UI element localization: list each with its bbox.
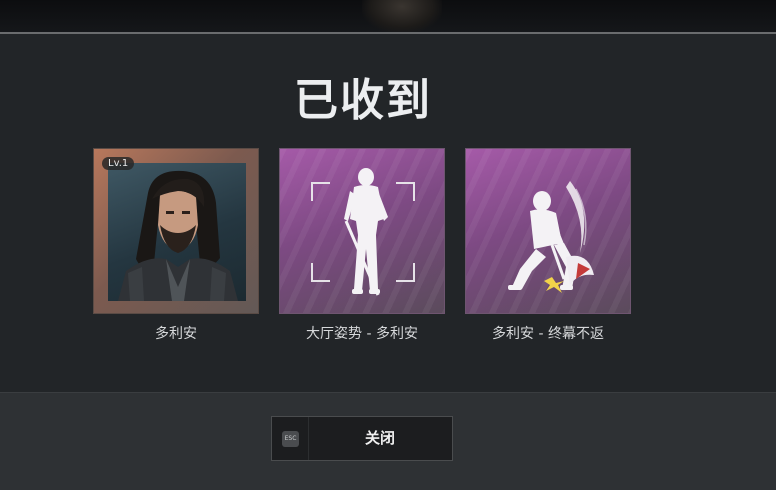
reward-label: 大厅姿势 - 多利安 — [306, 326, 418, 342]
reward-frame — [465, 148, 631, 314]
page-title: 已收到 — [294, 75, 432, 126]
level-badge: Lv.1 — [102, 157, 135, 170]
finisher-emote-icon — [508, 181, 594, 293]
dorian-portrait-icon — [118, 170, 238, 301]
reward-item-character[interactable]: Lv.1 多利安 — [93, 148, 259, 343]
reward-frame: Lv.1 — [93, 148, 259, 314]
reward-frame — [279, 148, 445, 314]
esc-key-icon: ESC — [282, 431, 299, 447]
reward-label: 多利安 — [155, 326, 197, 342]
close-button[interactable]: ESC 关闭 — [271, 416, 453, 461]
reward-label: 多利安 - 终幕不返 — [492, 326, 604, 342]
close-button-label: 关闭 — [364, 429, 395, 447]
reward-item-finisher[interactable]: 多利安 - 终幕不返 — [465, 148, 631, 343]
background-scene — [0, 0, 776, 33]
reward-item-lobby-pose[interactable]: 大厅姿势 - 多利安 — [279, 148, 445, 343]
character-portrait — [108, 163, 246, 301]
character-silhouette — [362, 0, 442, 33]
lobby-pose-icon — [311, 168, 415, 296]
